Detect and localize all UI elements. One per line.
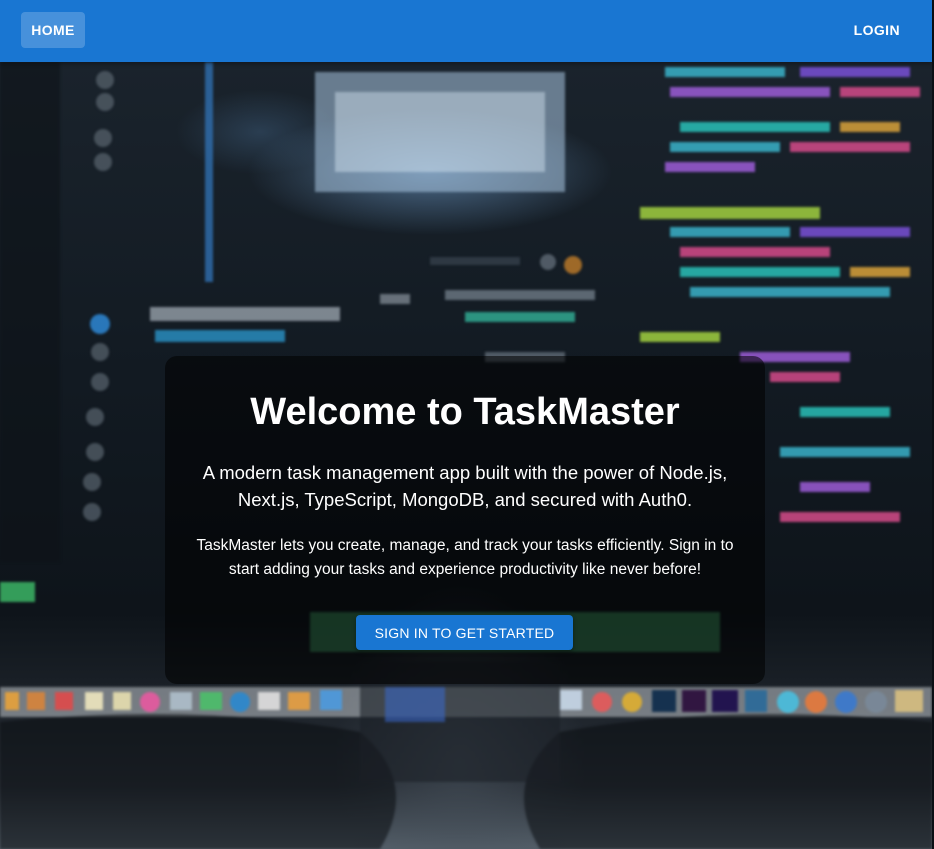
login-button[interactable]: LOGIN <box>844 12 910 48</box>
hero-subtitle: A modern task management app built with … <box>202 462 728 510</box>
hero-card: Welcome to TaskMaster A modern task mana… <box>165 356 765 684</box>
hero-description: TaskMaster lets you create, manage, and … <box>196 537 734 578</box>
hero-title: Welcome to TaskMaster <box>250 391 680 433</box>
sign-in-cta-button[interactable]: SIGN IN TO GET STARTED <box>356 615 573 650</box>
page: HOME LOGIN Welcome to TaskMaster A moder… <box>0 0 934 849</box>
top-navbar: HOME LOGIN <box>0 0 932 62</box>
home-button[interactable]: HOME <box>21 12 85 48</box>
